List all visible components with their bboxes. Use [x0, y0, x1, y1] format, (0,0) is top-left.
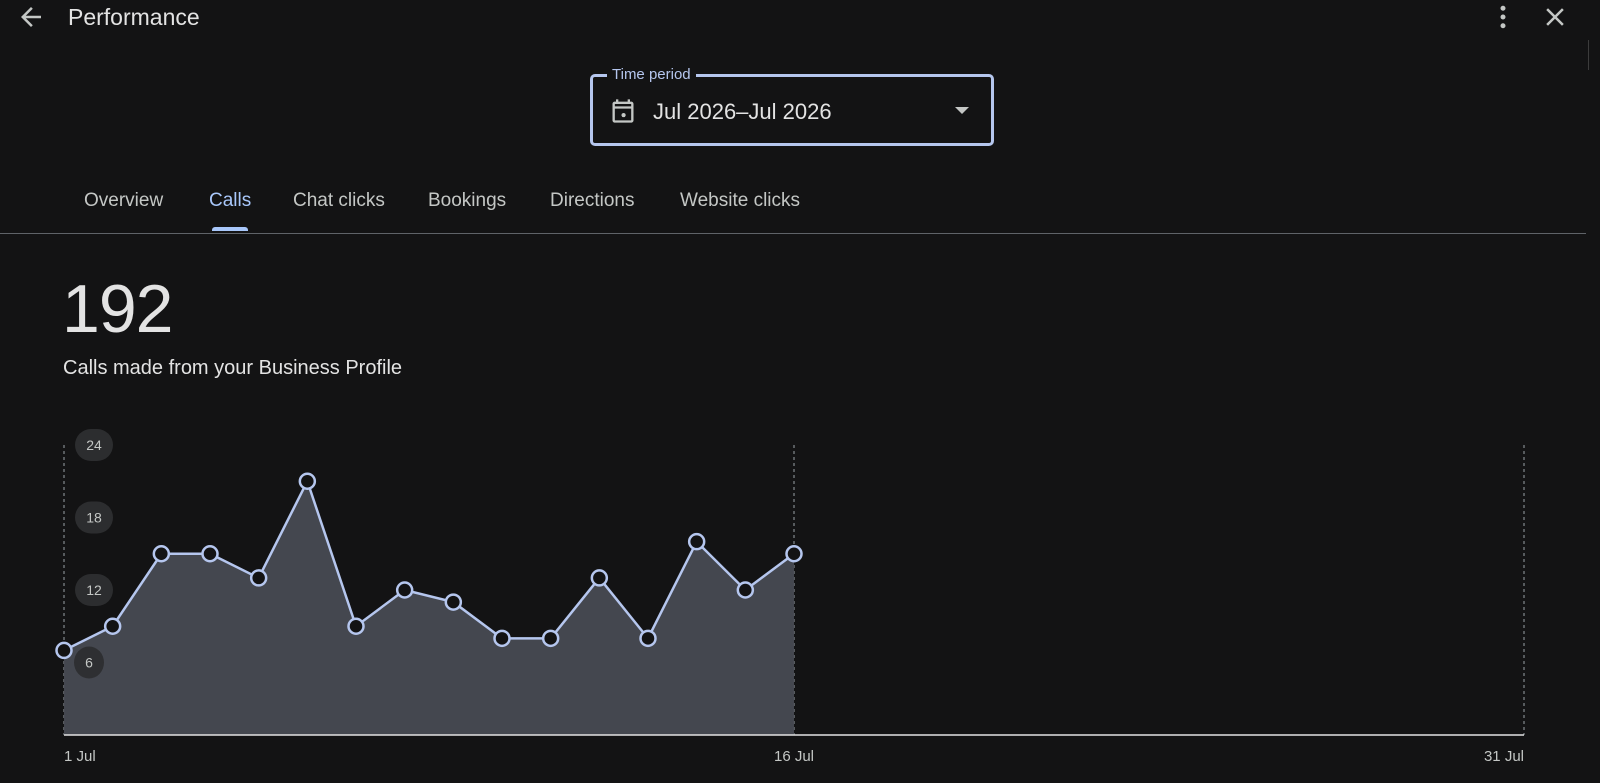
y-tick-chip	[75, 574, 113, 606]
tab-bookings[interactable]: Bookings	[428, 190, 506, 212]
tab-calls[interactable]: Calls	[209, 190, 251, 212]
tab-overview[interactable]: Overview	[84, 190, 163, 212]
x-tick-label: 31 Jul	[1484, 748, 1524, 765]
tab-chat-clicks[interactable]: Chat clicks	[293, 190, 385, 212]
data-point-day-16	[785, 545, 803, 563]
data-point-day-6	[298, 472, 317, 490]
data-point-day-14	[687, 532, 706, 551]
calls-area	[64, 481, 794, 735]
data-point-day-13	[639, 629, 657, 648]
data-point-day-2	[103, 617, 122, 635]
time-period-value: Jul 2026–Jul 2026	[653, 99, 832, 124]
calendar-icon	[612, 99, 634, 123]
active-tab-indicator	[212, 227, 248, 231]
close-button[interactable]	[1540, 2, 1570, 32]
data-point-day-11	[541, 629, 560, 648]
more-vert-icon	[1500, 5, 1506, 29]
data-point-day-10	[493, 629, 511, 648]
caret-down-icon	[955, 107, 969, 114]
y-tick-chip	[75, 429, 113, 461]
time-period-label: Time period	[607, 66, 696, 83]
y-tick-chip	[74, 646, 104, 679]
y-tick-chip	[75, 501, 113, 534]
more-options-button[interactable]	[1488, 2, 1518, 32]
y-tick-label: 6	[85, 655, 93, 671]
data-point-day-15	[736, 581, 755, 599]
y-tick-label: 18	[86, 510, 102, 526]
y-tick-label: 12	[86, 582, 102, 598]
y-tick-label: 24	[86, 437, 102, 453]
data-point-day-1	[55, 641, 73, 660]
calls-line	[63, 478, 795, 652]
header: Performance	[0, 0, 1590, 34]
tab-bar: Overview Calls Chat clicks Bookings Dire…	[0, 186, 1586, 234]
performance-page: Performance Time period Jul 2026–Jul 202…	[0, 0, 1600, 783]
data-point-day-3	[152, 545, 171, 563]
tab-website-clicks[interactable]: Website clicks	[680, 190, 800, 212]
metric-description: Calls made from your Business Profile	[63, 357, 403, 379]
data-point-day-8	[395, 581, 414, 599]
scrollbar[interactable]	[1588, 40, 1589, 70]
x-tick-label: 16 Jul	[774, 748, 814, 765]
close-icon	[1546, 8, 1564, 26]
time-period-select[interactable]: Time period Jul 2026–Jul 2026	[590, 66, 994, 146]
arrow-back-icon	[21, 7, 41, 27]
data-point-day-12	[590, 569, 609, 587]
data-point-day-4	[201, 545, 219, 563]
tab-directions[interactable]: Directions	[550, 190, 634, 212]
page-title: Performance	[68, 4, 200, 30]
back-button[interactable]	[16, 2, 46, 32]
data-point-day-9	[444, 593, 463, 611]
x-tick-label: 1 Jul	[64, 748, 96, 765]
data-point-day-5	[249, 569, 268, 587]
calls-total: 192	[62, 271, 173, 347]
data-point-day-7	[347, 617, 365, 635]
